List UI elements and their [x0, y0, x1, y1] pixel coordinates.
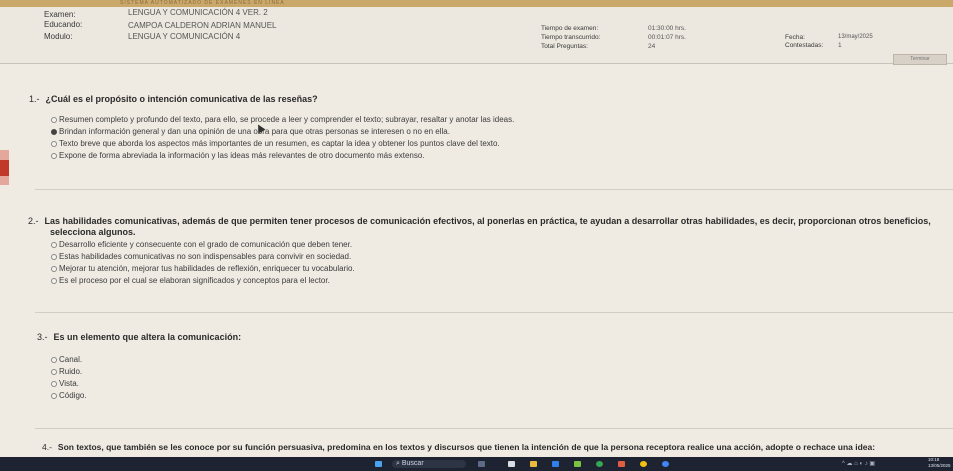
question-divider	[35, 428, 953, 429]
radio-button[interactable]	[51, 266, 57, 272]
folder-icon[interactable]	[530, 461, 537, 467]
question-title: 3.- Es un elemento que altera la comunica…	[37, 332, 241, 342]
chrome-profile-icon[interactable]	[662, 461, 669, 467]
answer-option[interactable]: Desarrollo eficiente y consecuente con e…	[51, 240, 352, 249]
option-label: Expone de forma abreviada la información…	[59, 151, 425, 160]
radio-button[interactable]	[51, 369, 57, 375]
student-label: Educando:	[44, 20, 83, 29]
elapsed-time-label: Tiempo transcurrido:	[541, 34, 601, 41]
app-icon[interactable]	[574, 461, 581, 467]
exam-label: Examen:	[44, 10, 76, 19]
system-tray-icons[interactable]: ^ ☁ ⌂ ◐ ♪ ▣	[842, 460, 875, 468]
taskbar-clock[interactable]: 10:18 13/05/2025	[928, 457, 951, 468]
option-label: Mejorar tu atención, mejorar tus habilid…	[59, 264, 355, 273]
answer-option[interactable]: Expone de forma abreviada la información…	[51, 151, 425, 160]
windows-start-icon[interactable]	[375, 461, 382, 467]
option-label: Vista.	[59, 379, 79, 388]
answered-value: 1	[838, 42, 842, 49]
total-questions-value: 24	[648, 43, 656, 50]
answer-option[interactable]: Vista.	[51, 379, 79, 388]
question-divider	[35, 189, 953, 190]
top-banner-strip: SISTEMA AUTOMATIZADO DE EXÁMENES EN LÍNE…	[0, 0, 953, 7]
date-value: 13/may/2025	[838, 34, 873, 40]
top-banner-text: SISTEMA AUTOMATIZADO DE EXÁMENES EN LÍNE…	[120, 0, 285, 6]
option-label: Es el proceso por el cual se elaboran si…	[59, 276, 330, 285]
option-label: Brindan información general y dan una op…	[59, 127, 450, 136]
exam-time-label: Tiempo de examen:	[541, 25, 599, 32]
option-label: Texto breve que aborda los aspectos más …	[59, 139, 500, 148]
answer-option[interactable]: Canal.	[51, 355, 82, 364]
question-text: Es un elemento que altera la comunicació…	[53, 332, 242, 342]
option-label: Estas habilidades comunicativas no son i…	[59, 252, 352, 261]
question-text: Las habilidades comunicativas, además de…	[44, 216, 931, 226]
radio-button[interactable]	[51, 393, 57, 399]
answer-option[interactable]: Es el proceso por el cual se elaboran si…	[51, 276, 330, 285]
left-edge-accent-dark	[0, 160, 9, 176]
exam-value: LENGUA Y COMUNICACIÓN 4 VER. 2	[128, 8, 268, 17]
question-number: 4.-	[42, 442, 52, 452]
question-divider	[35, 312, 953, 313]
answer-option[interactable]: Código.	[51, 391, 87, 400]
radio-button-selected[interactable]	[51, 129, 57, 135]
radio-button[interactable]	[51, 141, 57, 147]
radio-button[interactable]	[51, 278, 57, 284]
total-questions-label: Total Preguntas:	[541, 43, 588, 50]
question-text-line2: selecciona algunos.	[50, 227, 136, 237]
answer-option[interactable]: Ruido.	[51, 367, 82, 376]
question-title: 1.- ¿Cuál es el propósito o intención com…	[29, 94, 318, 104]
answer-option[interactable]: Mejorar tu atención, mejorar tus habilid…	[51, 264, 355, 273]
answered-label: Contestadas:	[785, 42, 824, 49]
finish-exam-button[interactable]: Terminar	[893, 54, 947, 65]
office-app-icon[interactable]	[618, 461, 625, 467]
question-title: 4.- Son textos, que también se les conoce…	[42, 442, 875, 452]
clock-date: 13/05/2025	[928, 463, 951, 468]
answer-option[interactable]: Resumen completo y profundo del texto, p…	[51, 115, 514, 124]
radio-button[interactable]	[51, 242, 57, 248]
answer-option[interactable]: Texto breve que aborda los aspectos más …	[51, 139, 500, 148]
answer-option[interactable]: Brindan información general y dan una op…	[51, 127, 450, 136]
module-value: LENGUA Y COMUNICACIÓN 4	[128, 32, 241, 41]
option-label: Código.	[59, 391, 87, 400]
exam-time-value: 01:30:00 hrs.	[648, 25, 686, 32]
radio-button[interactable]	[51, 117, 57, 123]
date-label: Fecha:	[785, 34, 805, 41]
chrome-browser-icon[interactable]	[596, 461, 603, 467]
taskbar-search[interactable]: ⌕ Buscar	[392, 460, 466, 468]
search-label: Buscar	[401, 460, 424, 467]
question-number: 2.-	[28, 216, 39, 226]
option-label: Resumen completo y profundo del texto, p…	[59, 115, 515, 124]
option-label: Desarrollo eficiente y consecuente con e…	[59, 240, 353, 249]
radio-button[interactable]	[51, 381, 57, 387]
answer-option[interactable]: Estas habilidades comunicativas no son i…	[51, 252, 351, 261]
file-explorer-icon[interactable]	[508, 461, 515, 467]
question-text: Son textos, que también se les conoce po…	[57, 442, 876, 452]
task-view-icon[interactable]	[478, 461, 485, 467]
radio-button[interactable]	[51, 153, 57, 159]
question-number: 1.-	[29, 94, 40, 104]
browser-app-icon[interactable]	[640, 461, 647, 467]
exam-info-header: Examen: LENGUA Y COMUNICACIÓN 4 VER. 2 E…	[0, 7, 953, 64]
question-text: ¿Cuál es el propósito o intención comuni…	[45, 94, 318, 104]
question-title: 2.- Las habilidades comunicativas, además…	[28, 216, 931, 226]
os-taskbar: ⌕ Buscar ^ ☁ ⌂ ◐ ♪ ▣ 10:18 13/05/2025	[0, 457, 953, 471]
radio-button[interactable]	[51, 254, 57, 260]
module-label: Modulo:	[44, 32, 73, 41]
question-number: 3.-	[37, 332, 48, 342]
student-value: CAMPOA CALDERON ADRIAN MANUEL	[128, 21, 277, 30]
option-label: Ruido.	[59, 367, 83, 376]
radio-button[interactable]	[51, 357, 57, 363]
option-label: Canal.	[59, 355, 83, 364]
edge-browser-icon[interactable]	[552, 461, 559, 467]
elapsed-time-value: 00:01:07 hrs.	[648, 34, 686, 41]
